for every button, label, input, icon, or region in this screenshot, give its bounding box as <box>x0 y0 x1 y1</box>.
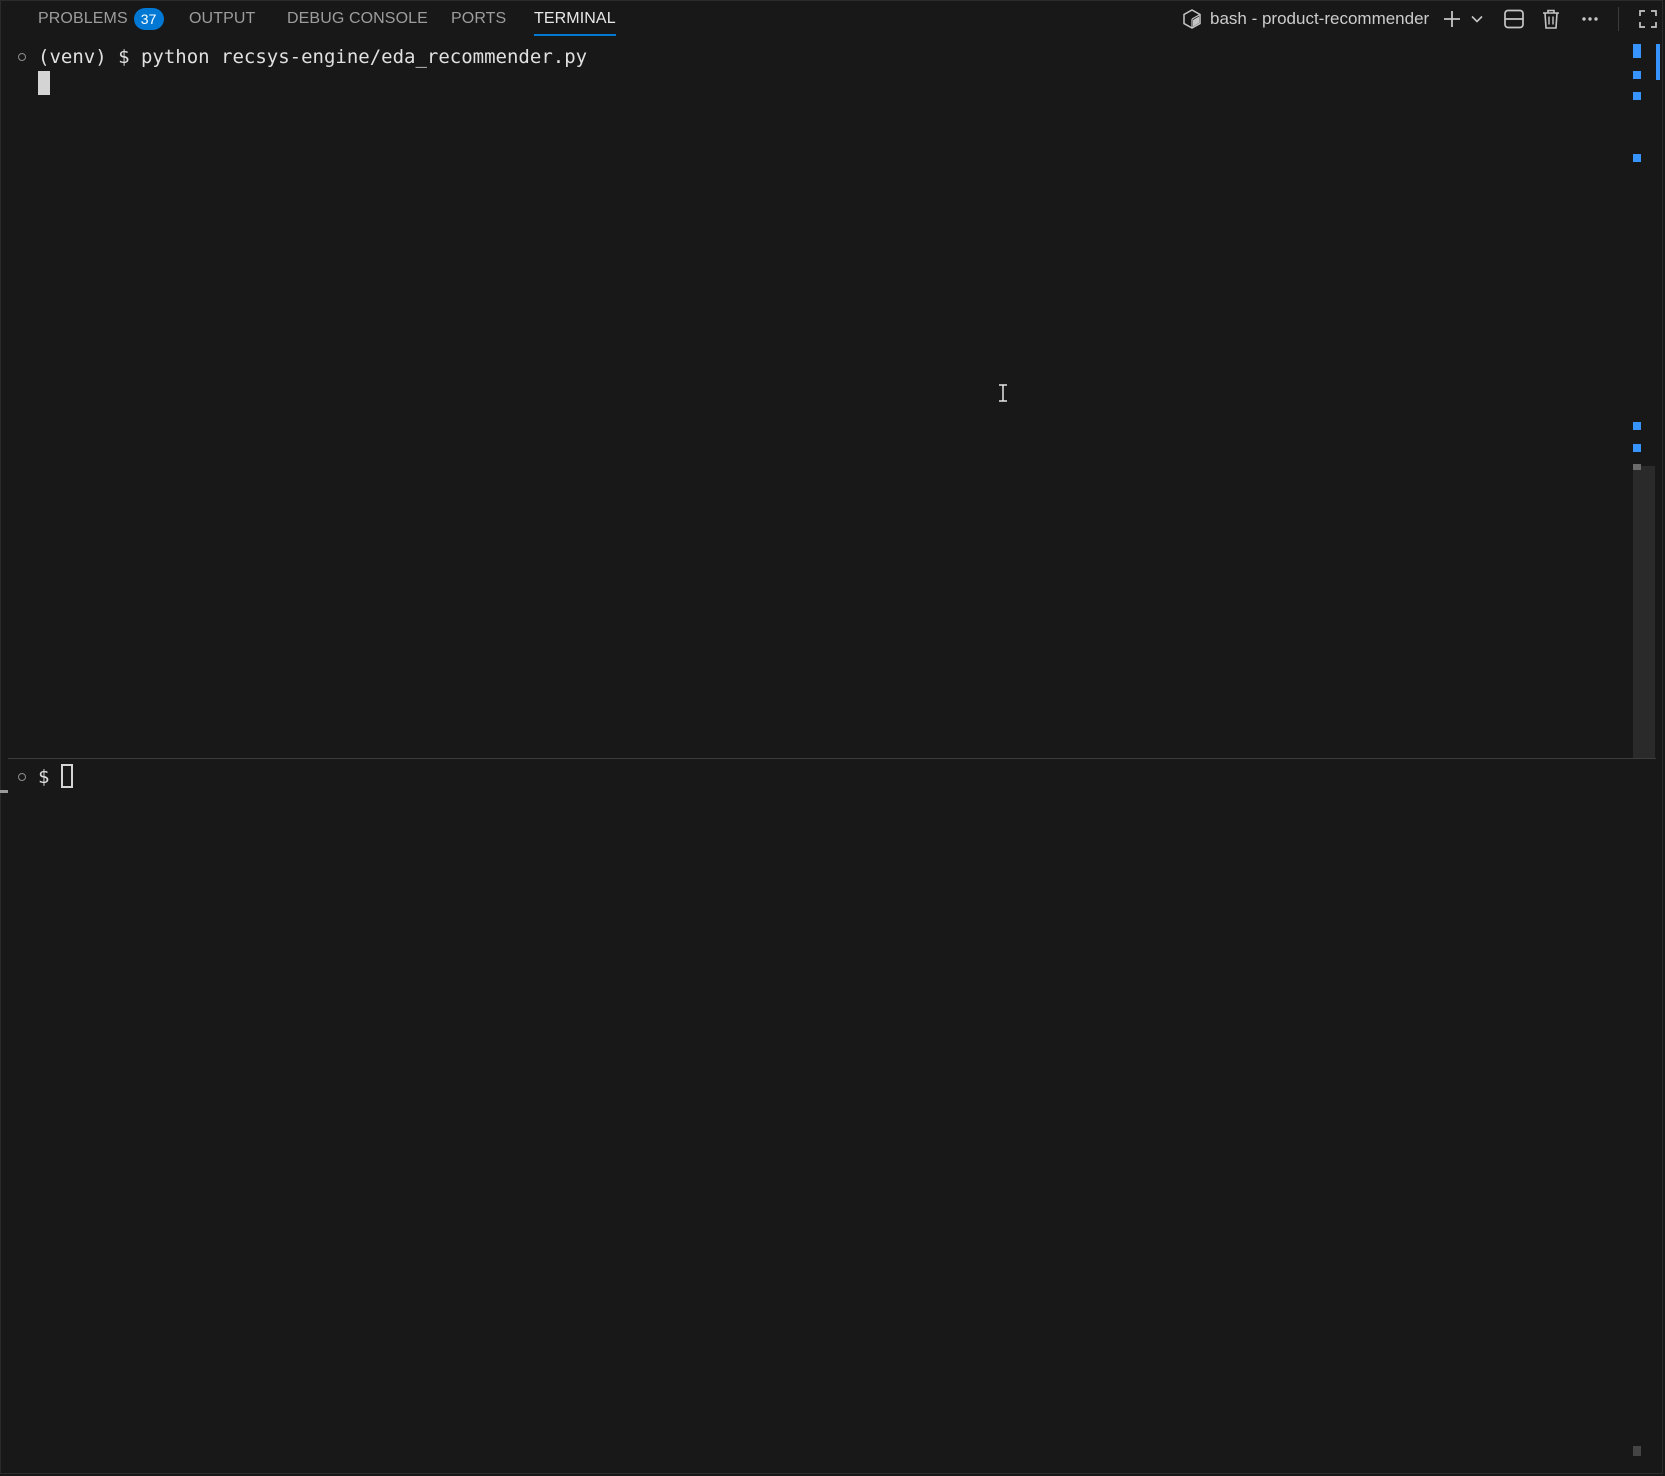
text-cursor-icon <box>998 384 1008 402</box>
problems-count-badge: 37 <box>133 8 164 30</box>
overview-ruler-marker <box>1633 44 1641 58</box>
more-icon[interactable] <box>1578 0 1602 38</box>
terminal-pane-bottom[interactable]: $ <box>8 760 1633 1474</box>
tab-debug-console[interactable]: DEBUG CONSOLE <box>287 0 428 38</box>
overview-ruler-marker <box>1633 71 1641 79</box>
panel-tab-bar: PROBLEMS 37 OUTPUT DEBUG CONSOLE PORTS T… <box>0 0 1665 38</box>
tab-ports[interactable]: PORTS <box>451 0 506 38</box>
tab-output[interactable]: OUTPUT <box>189 0 255 38</box>
maximize-icon[interactable] <box>1635 0 1661 38</box>
command-decoration-icon <box>18 53 26 61</box>
terminal-pane-top[interactable]: (venv) $ python recsys-engine/eda_recomm… <box>8 38 1633 758</box>
chevron-down-icon[interactable] <box>1467 0 1487 38</box>
overview-ruler-marker <box>1633 92 1641 100</box>
overview-ruler-marker <box>1633 464 1641 470</box>
prompt-line: $ <box>38 766 50 788</box>
terminal-cursor <box>38 71 50 95</box>
terminal-cursor <box>61 764 73 788</box>
tab-terminal-label: TERMINAL <box>534 10 616 27</box>
tab-problems-label: PROBLEMS <box>38 10 128 27</box>
tab-output-label: OUTPUT <box>189 10 256 27</box>
tab-debug-console-label: DEBUG CONSOLE <box>287 10 428 27</box>
command-decoration-icon <box>18 773 26 781</box>
bottom-pane-scrollbar[interactable] <box>1633 1446 1641 1456</box>
overview-ruler-marker <box>1633 154 1641 162</box>
overview-ruler-marker <box>1633 444 1641 452</box>
tab-problems[interactable]: PROBLEMS 37 <box>38 0 164 38</box>
terminal-name-label: bash - product-recommender <box>1210 9 1430 28</box>
terminal-instance-name[interactable]: bash - product-recommender <box>1210 0 1430 38</box>
top-pane-scroll-thumb[interactable] <box>1633 466 1655 758</box>
terminal-bash-icon <box>1180 0 1204 38</box>
pane-divider[interactable] <box>8 758 1656 759</box>
tab-ports-label: PORTS <box>451 10 507 27</box>
add-icon[interactable] <box>1440 0 1464 38</box>
active-pane-indicator <box>1656 44 1660 80</box>
overview-ruler-marker <box>1633 422 1641 430</box>
action-separator <box>1618 7 1619 31</box>
pane-edge-marker <box>0 790 8 793</box>
command-line: (venv) $ python recsys-engine/eda_recomm… <box>38 46 588 68</box>
split-icon[interactable] <box>1500 0 1528 38</box>
trash-icon[interactable] <box>1539 0 1563 38</box>
tab-terminal[interactable]: TERMINAL <box>534 0 616 38</box>
